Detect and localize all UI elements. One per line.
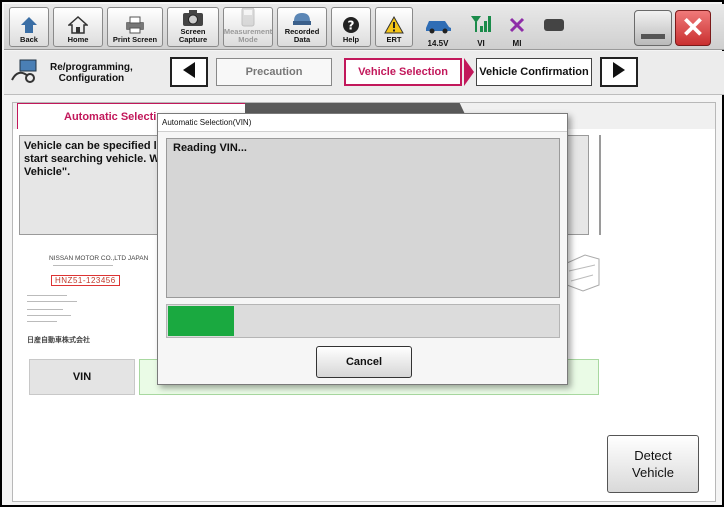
printer-icon [124,15,146,35]
step-vehicle-selection[interactable]: Vehicle Selection [344,58,462,86]
triangle-right-icon [611,61,627,84]
plate-line [27,295,67,296]
close-button[interactable]: ✕ [675,10,711,46]
reprogramming-icon [10,58,40,89]
triangle-left-icon [181,61,197,84]
step-separator [464,58,474,86]
back-arrow-icon [18,15,40,35]
detect-vehicle-button[interactable]: Detect Vehicle [607,435,699,493]
help-icon: ? [340,15,362,35]
close-icon: ✕ [681,12,705,43]
instruction-text: Vehicle can be specified l start searchi… [24,140,160,178]
home-button[interactable]: Home [53,7,103,47]
camera-icon [182,8,204,27]
plate-line [27,309,63,310]
dialog-message-box: Reading VIN... [166,138,560,298]
reprogramming-label: Re/programming, Configuration [50,62,133,84]
home-label: Home [67,35,89,44]
toolbar: Back Home Print Screen Screen Capture Me… [4,4,724,50]
progress-fill [168,306,234,336]
measurement-mode-label: Measurement Mode [223,27,273,44]
back-label: Back [20,35,38,44]
screen-capture-label: Screen Capture [178,27,208,44]
voltage-label: 14.5V [427,39,449,48]
navigation-row: Re/programming, Configuration Precaution… [4,51,724,95]
plate-line [53,265,113,266]
battery-icon [543,18,567,37]
plate-vin: HNZ51-123456 [51,275,120,286]
plate-line [27,315,71,316]
mi-label: MI [512,39,522,48]
mi-indicator: MI [502,6,532,48]
ert-button[interactable]: ERT [375,7,413,47]
help-label: Help [342,35,360,44]
tab-automatic-label: Automatic Selecti [64,110,157,123]
automatic-selection-dialog: Automatic Selection(VIN) Reading VIN... … [157,113,568,385]
recorded-data-icon [291,8,313,27]
dialog-title: Automatic Selection(VIN) [158,114,567,132]
vi-label: VI [477,39,485,48]
car-icon [423,16,453,39]
divider [599,135,601,235]
vin-plate-image: NISSAN MOTOR CO.,LTD JAPAN HNZ51-123456 … [23,251,155,349]
minimize-button[interactable] [634,10,672,46]
step-precaution[interactable]: Precaution [216,58,332,86]
ert-label: ERT [386,35,402,44]
plate-footer: 日産自動車株式会社 [27,337,90,344]
vin-label: VIN [29,359,135,395]
plate-line [27,301,77,302]
back-button[interactable]: Back [9,7,49,47]
car-outline-image [565,245,601,315]
previous-step-button[interactable] [170,57,208,87]
meter-icon [237,7,259,27]
step-precaution-label: Precaution [245,66,303,78]
screen-capture-button[interactable]: Screen Capture [167,7,219,47]
recorded-data-label: Recorded Data [284,27,320,44]
disconnected-x-icon [508,16,526,39]
warning-icon [383,15,405,35]
plate-line [27,321,57,322]
vi-signal-indicator: VI [466,6,496,48]
plate-company: NISSAN MOTOR CO.,LTD JAPAN [49,255,149,262]
measurement-mode-button[interactable]: Measurement Mode [223,7,273,47]
print-screen-label: Print Screen [112,35,158,44]
reprogramming-configuration[interactable]: Re/programming, Configuration [10,57,166,89]
signal-icon [470,14,492,39]
home-icon [67,15,89,35]
dialog-message: Reading VIN... [173,142,247,154]
step-vehicle-confirmation[interactable]: Vehicle Confirmation [476,58,592,86]
step-vehicle-confirmation-label: Vehicle Confirmation [479,66,589,78]
app-window: Back Home Print Screen Screen Capture Me… [0,0,724,507]
progress-bar [166,304,560,338]
svg-text:?: ? [348,19,355,33]
status-indicator [540,6,570,48]
recorded-data-button[interactable]: Recorded Data [277,7,327,47]
print-screen-button[interactable]: Print Screen [107,7,163,47]
next-step-button[interactable] [600,57,638,87]
help-button[interactable]: ? Help [331,7,371,47]
battery-voltage-indicator: 14.5V [416,6,460,48]
step-vehicle-selection-label: Vehicle Selection [358,66,448,78]
cancel-button[interactable]: Cancel [316,346,412,378]
